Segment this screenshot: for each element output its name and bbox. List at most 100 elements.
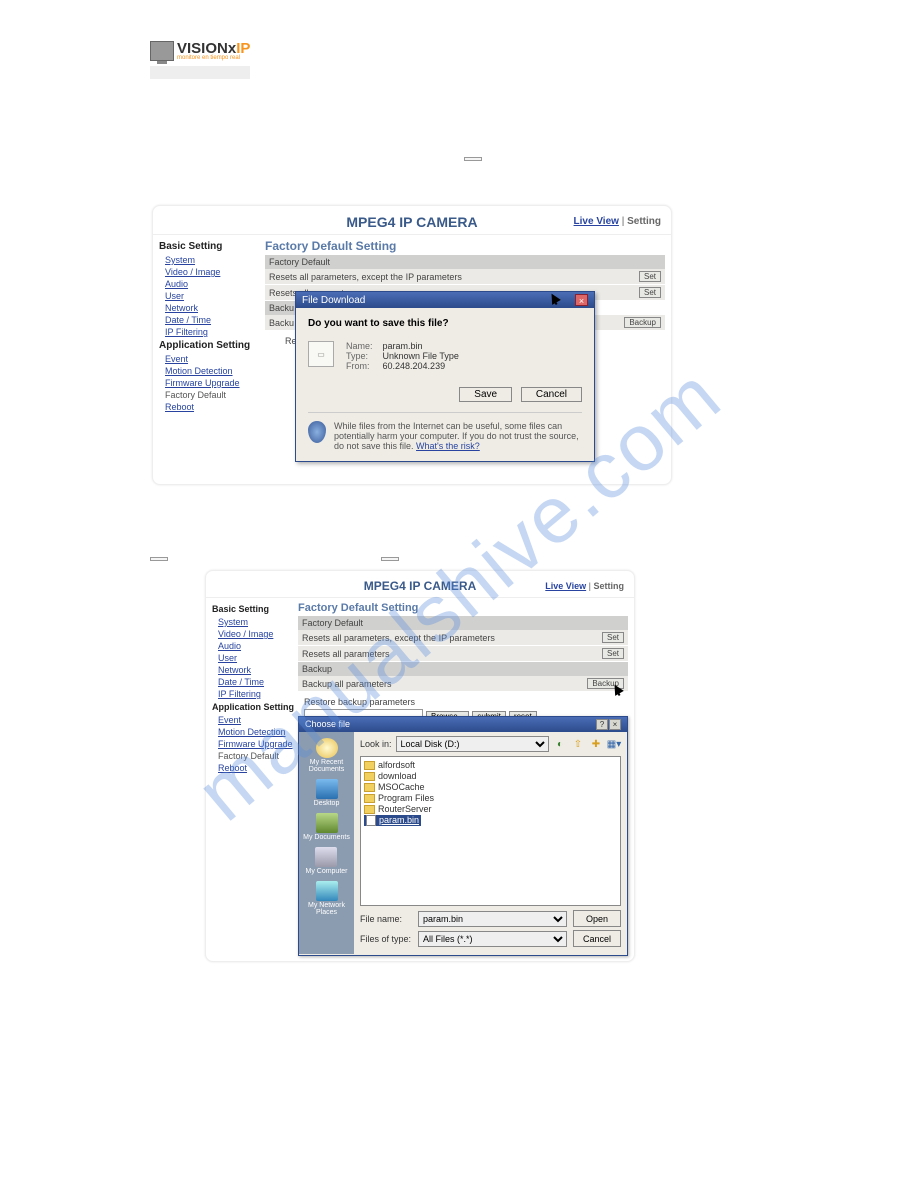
help-button[interactable]: ? xyxy=(596,719,608,730)
sidebar-item-factory-default[interactable]: Factory Default xyxy=(159,389,265,401)
sidebar-item-event[interactable]: Event xyxy=(159,353,265,365)
row-backup-clip: Backu xyxy=(269,318,294,328)
sidebar-item-date-time[interactable]: Date / Time xyxy=(159,314,265,326)
sidebar-item-reboot-2[interactable]: Reboot xyxy=(212,762,298,774)
new-folder-icon[interactable]: ✚ xyxy=(589,737,603,751)
sidebar-item-reboot[interactable]: Reboot xyxy=(159,401,265,413)
dialog-question: Do you want to save this file? xyxy=(308,318,582,329)
brand-logo-block: VISIONxIP monitore en tiempo real xyxy=(150,40,260,79)
cancel-button[interactable]: Cancel xyxy=(521,387,582,402)
sidebar-item-audio[interactable]: Audio xyxy=(159,278,265,290)
link-setting[interactable]: Setting xyxy=(627,216,661,227)
sidebar-section-basic: Basic Setting xyxy=(159,241,265,252)
recent-icon xyxy=(316,738,338,758)
sidebar-item-system-2[interactable]: System xyxy=(212,616,298,628)
lookin-dropdown[interactable]: Local Disk (D:) xyxy=(396,736,549,752)
cancel-button-2[interactable]: Cancel xyxy=(573,930,621,947)
link-live-view-2[interactable]: Live View xyxy=(545,581,586,591)
filetype-dropdown[interactable]: All Files (*.*) xyxy=(418,931,567,947)
restore-label: Restore backup parameters xyxy=(304,697,628,707)
dialog-close-button[interactable]: × xyxy=(575,294,588,306)
body-button-2a[interactable] xyxy=(150,557,168,561)
sidebar-item-event-2[interactable]: Event xyxy=(212,714,298,726)
filename-input[interactable]: param.bin xyxy=(418,911,567,927)
screenshot-1-camera-backup-save: MPEG4 IP CAMERA Live View | Setting Basi… xyxy=(152,205,672,485)
link-setting-2[interactable]: Setting xyxy=(594,581,625,591)
folder-item: MSOCache xyxy=(364,782,617,793)
folder-icon xyxy=(364,805,375,814)
sidebar-item-firmware-upgrade-2[interactable]: Firmware Upgrade xyxy=(212,738,298,750)
set-button-1[interactable]: Set xyxy=(639,271,661,282)
sidebar-item-motion-detection-2[interactable]: Motion Detection xyxy=(212,726,298,738)
sidebar-item-video-image-2[interactable]: Video / Image xyxy=(212,628,298,640)
row-reset-all-2: Resets all parameters xyxy=(302,649,390,659)
sidebar-item-network[interactable]: Network xyxy=(159,302,265,314)
sidebar-item-date-time-2[interactable]: Date / Time xyxy=(212,676,298,688)
filename-label: File name: xyxy=(360,914,412,924)
body-button-1[interactable] xyxy=(464,157,482,161)
lookin-label: Look in: xyxy=(360,739,392,749)
up-icon[interactable]: ⇧ xyxy=(571,737,585,751)
sidebar-section-basic-2: Basic Setting xyxy=(212,604,298,614)
file-type-icon: ▭ xyxy=(308,341,334,367)
set-button-1b[interactable]: Set xyxy=(602,632,624,643)
folder-icon xyxy=(364,761,375,770)
folder-item: alfordsoft xyxy=(364,760,617,771)
places-bar: My Recent Documents Desktop My Documents… xyxy=(299,732,354,954)
set-button-2b[interactable]: Set xyxy=(602,648,624,659)
row-reset-except-ip: Resets all parameters, except the IP par… xyxy=(269,272,462,282)
meta-name-label: Name: xyxy=(346,341,380,351)
network-icon xyxy=(316,881,338,901)
meta-from-label: From: xyxy=(346,361,380,371)
set-button-2[interactable]: Set xyxy=(639,287,661,298)
settings-content: Factory Default Setting Factory Default … xyxy=(265,235,671,417)
dialog-title: File Download xyxy=(302,295,365,306)
place-network[interactable]: My Network Places xyxy=(299,881,354,916)
sidebar-item-motion-detection[interactable]: Motion Detection xyxy=(159,365,265,377)
save-button[interactable]: Save xyxy=(459,387,512,402)
desktop-icon xyxy=(316,779,338,799)
place-computer[interactable]: My Computer xyxy=(305,847,347,875)
close-button[interactable]: × xyxy=(609,719,621,730)
sidebar-item-firmware-upgrade[interactable]: Firmware Upgrade xyxy=(159,377,265,389)
place-documents[interactable]: My Documents xyxy=(303,813,350,841)
backup-button[interactable]: Backup xyxy=(624,317,661,328)
row-reset-except-ip-2: Resets all parameters, except the IP par… xyxy=(302,633,495,643)
sidebar-item-video-image[interactable]: Video / Image xyxy=(159,266,265,278)
sidebar-item-system[interactable]: System xyxy=(159,254,265,266)
sidebar-item-network-2[interactable]: Network xyxy=(212,664,298,676)
risk-link[interactable]: What's the risk? xyxy=(416,441,480,451)
folder-item: download xyxy=(364,771,617,782)
link-live-view[interactable]: Live View xyxy=(574,216,619,227)
sidebar-item-ip-filtering-2[interactable]: IP Filtering xyxy=(212,688,298,700)
computer-icon xyxy=(315,847,337,867)
place-desktop[interactable]: Desktop xyxy=(314,779,340,807)
row-backup-2: Backup all parameters xyxy=(302,679,392,689)
sidebar-item-audio-2[interactable]: Audio xyxy=(212,640,298,652)
meta-type-value: Unknown File Type xyxy=(383,351,459,361)
folder-item: Program Files xyxy=(364,793,617,804)
camera-title-2: MPEG4 IP CAMERA xyxy=(364,579,476,593)
file-item-selected[interactable]: param.bin xyxy=(364,815,421,826)
settings-sidebar-2: Basic Setting System Video / Image Audio… xyxy=(206,598,298,778)
file-list[interactable]: alfordsoft download MSOCache Program Fil… xyxy=(360,756,621,906)
sidebar-item-user-2[interactable]: User xyxy=(212,652,298,664)
section-factory-default-2: Factory Default xyxy=(298,616,628,630)
choose-file-dialog: Choose file ?× My Recent Documents Deskt… xyxy=(298,716,628,956)
views-icon[interactable]: ▦▾ xyxy=(607,737,621,751)
meta-name-value: param.bin xyxy=(383,341,423,351)
file-icon xyxy=(366,815,376,826)
filetype-label: Files of type: xyxy=(360,934,412,944)
folder-icon xyxy=(364,783,375,792)
place-recent[interactable]: My Recent Documents xyxy=(299,738,354,773)
sidebar-section-application-2: Application Setting xyxy=(212,702,298,712)
body-button-2b[interactable] xyxy=(381,557,399,561)
sidebar-item-ip-filtering[interactable]: IP Filtering xyxy=(159,326,265,338)
sidebar-item-user[interactable]: User xyxy=(159,290,265,302)
open-button[interactable]: Open xyxy=(573,910,621,927)
sidebar-section-application: Application Setting xyxy=(159,340,265,351)
meta-from-value: 60.248.204.239 xyxy=(383,361,446,371)
back-icon[interactable]: ◐ xyxy=(553,737,567,751)
logo-tagline: monitore en tiempo real xyxy=(177,55,250,61)
sidebar-item-factory-default-2[interactable]: Factory Default xyxy=(212,750,298,762)
